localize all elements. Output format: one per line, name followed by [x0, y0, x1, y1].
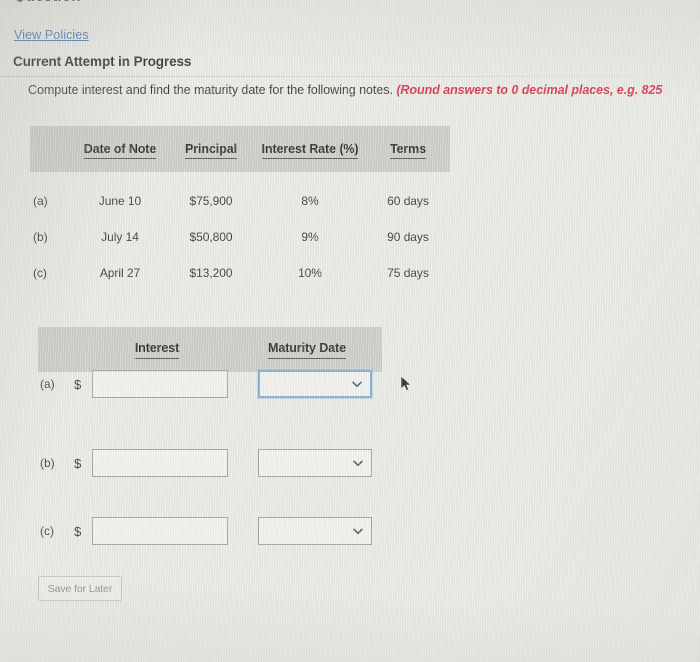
maturity-date-select-b[interactable]	[258, 449, 372, 477]
instruction-emphasis: (Round answers to 0 decimal places, e.g.…	[396, 83, 663, 97]
notes-header-interest-rate: Interest Rate (%)	[254, 142, 366, 159]
clipped-question-heading: Question	[14, 0, 81, 2]
notes-row-interest-rate: 10%	[298, 266, 322, 280]
table-row: (a) June 10 $75,900 8% 60 days	[30, 184, 450, 218]
answer-header-interest: Interest	[82, 341, 232, 359]
answer-row-a: (a) $	[40, 369, 372, 399]
interest-input-a[interactable]	[92, 370, 228, 398]
currency-symbol: $	[74, 376, 82, 392]
answer-row-c: (c) $	[40, 516, 372, 546]
interest-input-c[interactable]	[92, 517, 228, 545]
answer-row-label: (b)	[40, 456, 55, 470]
notes-row-terms: 90 days	[387, 230, 429, 244]
header-divider	[0, 76, 700, 77]
notes-row-date-of-note: April 27	[99, 266, 141, 280]
view-policies-link[interactable]: View Policies	[14, 28, 89, 42]
notes-row-principal: $50,800	[189, 230, 233, 244]
notes-table-header-row: Date of Note Principal Interest Rate (%)…	[30, 126, 450, 172]
interest-input-b[interactable]	[92, 449, 228, 477]
answer-table-header: Interest Maturity Date	[38, 327, 382, 372]
answer-row-label: (c)	[40, 524, 54, 538]
notes-row-principal: $75,900	[189, 194, 233, 208]
notes-row-terms: 75 days	[387, 266, 429, 280]
answer-table-header-row: Interest Maturity Date	[38, 327, 382, 372]
notes-header-date-of-note: Date of Note	[72, 142, 168, 159]
notes-row-date-of-note: July 14	[101, 230, 139, 244]
notes-row-interest-rate: 9%	[301, 230, 319, 244]
notes-header-principal: Principal	[168, 142, 254, 159]
chevron-down-icon	[353, 458, 363, 467]
answer-header-maturity-date: Maturity Date	[232, 341, 382, 359]
notes-row-label: (c)	[33, 266, 47, 280]
notes-row-principal: $13,200	[189, 266, 233, 280]
notes-row-terms: 60 days	[387, 194, 429, 208]
instruction-main: Compute interest and find the maturity d…	[28, 83, 393, 97]
notes-table: Date of Note Principal Interest Rate (%)…	[30, 126, 450, 290]
notes-row-label: (b)	[33, 230, 48, 244]
currency-symbol: $	[74, 455, 82, 471]
notes-row-date-of-note: June 10	[98, 194, 142, 208]
chevron-down-icon	[352, 379, 362, 388]
table-row: (b) July 14 $50,800 9% 90 days	[30, 220, 450, 254]
answer-row-label: (a)	[40, 377, 55, 391]
answer-row-b: (b) $	[40, 448, 372, 478]
save-for-later-button[interactable]: Save for Later	[38, 576, 122, 601]
instruction-text: Compute interest and find the maturity d…	[28, 83, 700, 97]
notes-header-terms: Terms	[366, 142, 450, 159]
attempt-status-text: Current Attempt in Progress	[13, 54, 192, 69]
exercise-page: Question View Policies Current Attempt i…	[0, 0, 700, 662]
maturity-date-select-a[interactable]	[258, 370, 372, 398]
chevron-down-icon	[353, 526, 363, 535]
mouse-pointer-icon	[400, 375, 413, 393]
maturity-date-select-c[interactable]	[258, 517, 372, 545]
table-row: (c) April 27 $13,200 10% 75 days	[30, 256, 450, 290]
notes-row-label: (a)	[33, 194, 48, 208]
notes-row-interest-rate: 8%	[301, 194, 319, 208]
currency-symbol: $	[74, 523, 82, 539]
